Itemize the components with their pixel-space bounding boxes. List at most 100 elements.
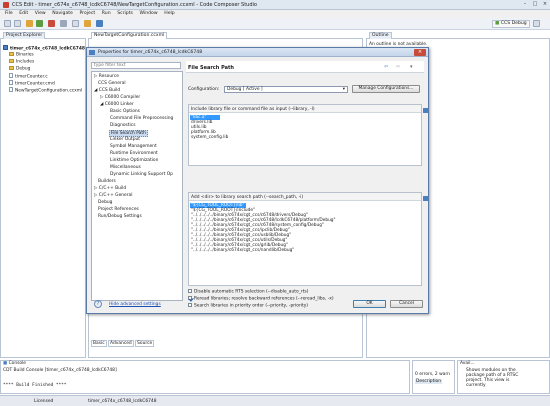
- save-icon[interactable]: [14, 20, 21, 27]
- page-content: Configuration: Debug [ Active ] ▾ Manage…: [186, 74, 428, 309]
- nav-ccs-general[interactable]: CCS General: [98, 81, 126, 86]
- tab-console[interactable]: ■ Console: [3, 361, 26, 366]
- collapse-arrow-icon[interactable]: ◢: [94, 88, 97, 93]
- dialog-titlebar: Properties for timer_c674x_c6748_lcdkC67…: [87, 48, 428, 57]
- collapse-arrow-icon[interactable]: ◢: [100, 102, 103, 107]
- nav-diagnostics[interactable]: Diagnostics: [110, 123, 135, 128]
- dialog-close-button[interactable]: ×: [414, 49, 426, 56]
- tab-source[interactable]: Source: [135, 340, 155, 347]
- project-explorer-panel: Project Explorer timer_c674x_c6748_lcdkC…: [0, 32, 86, 358]
- nav-resource[interactable]: ▷ Resource: [94, 74, 119, 79]
- nav-command-file-preprocessing[interactable]: Command File Preprocessing: [110, 116, 173, 121]
- tree-item-includes[interactable]: Includes: [9, 59, 34, 65]
- nav-basic-options[interactable]: Basic Options: [110, 109, 140, 114]
- expand-arrow-icon[interactable]: ▷: [94, 74, 97, 79]
- menu-view[interactable]: View: [35, 11, 46, 16]
- nav-cpp-general[interactable]: ▷ C/C++ General: [94, 193, 132, 198]
- nav-c6000-compiler[interactable]: ▷ C6000 Compiler: [100, 95, 140, 100]
- menu-bar: File Edit View Navigate Project Run Scri…: [0, 10, 550, 18]
- nav-run-debug-settings[interactable]: Run/Debug Settings: [98, 214, 142, 219]
- minimize-button[interactable]: –: [520, 1, 530, 8]
- nav-ccs-build[interactable]: ◢ CCS Build: [94, 88, 120, 93]
- tab-basic[interactable]: Basic: [91, 340, 107, 347]
- help-icon[interactable]: ?: [94, 300, 102, 308]
- tab-label: NewTargetConfiguration.ccxml: [94, 33, 165, 38]
- tab-label: Outline: [372, 33, 389, 38]
- editor-bottom-tabs: Basic Advanced Source: [91, 340, 155, 347]
- menu-project[interactable]: Project: [79, 11, 95, 16]
- configuration-select[interactable]: Debug [ Active ] ▾: [224, 86, 348, 93]
- nav-file-search-path[interactable]: File Search Path: [109, 130, 148, 137]
- perspective-ccs-debug[interactable]: ■ CCS Debug: [492, 20, 530, 28]
- tree-item-debug[interactable]: Debug: [9, 66, 30, 72]
- tab-avail[interactable]: Avail...: [460, 361, 475, 366]
- search-path-row[interactable]: "../../../../../binary/c674x/cgt_ccs/nan…: [190, 248, 294, 253]
- nav-dynamic-linking[interactable]: Dynamic Linking Support Op: [110, 172, 173, 177]
- forward-arrow-icon[interactable]: ⇨: [396, 64, 400, 70]
- nav-builders[interactable]: Builders: [98, 179, 116, 184]
- menu-file[interactable]: File: [5, 11, 13, 16]
- status-license: Licensed: [34, 399, 54, 404]
- wrench-icon[interactable]: [84, 20, 91, 27]
- menu-run[interactable]: Run: [102, 11, 111, 16]
- tab-advanced[interactable]: Advanced: [108, 340, 134, 347]
- maximize-button[interactable]: □: [530, 1, 540, 8]
- tab-editor[interactable]: NewTargetConfiguration.ccxml: [91, 32, 168, 39]
- cancel-button[interactable]: Cancel: [390, 300, 423, 308]
- nav-label: CCS Build: [98, 88, 121, 93]
- tree-item-timercounter-c[interactable]: timerCounter.c: [9, 73, 48, 80]
- menu-help[interactable]: Help: [164, 11, 174, 16]
- library-row[interactable]: system_config.lib: [190, 135, 228, 140]
- problems-summary: 0 errors, 2 warn: [415, 372, 450, 377]
- expand-arrow-icon[interactable]: ▷: [94, 186, 97, 191]
- problems-column-description[interactable]: Description: [415, 379, 443, 384]
- filter-input[interactable]: type filter text: [91, 62, 181, 69]
- disable-auto-rts-checkbox[interactable]: Disable automatic RTS selection (--disab…: [188, 289, 308, 295]
- nav-linker-output[interactable]: Linker Output: [110, 137, 140, 142]
- window-title: CCS Edit - timer_c674x_c6748_lcdkC6748/N…: [12, 2, 257, 8]
- tab-outline[interactable]: Outline: [369, 32, 392, 39]
- nav-project-references[interactable]: Project References: [98, 207, 139, 212]
- app-icon: [3, 2, 9, 8]
- stop-icon[interactable]: [48, 20, 55, 27]
- build-icon[interactable]: [26, 20, 33, 27]
- console-header: CDT Build Console [timer_c674x_c6748_lcd…: [3, 368, 117, 373]
- nav-debug[interactable]: Debug: [98, 200, 112, 205]
- new-icon[interactable]: [4, 20, 11, 27]
- properties-nav-tree: ▷ Resource CCS General ◢ CCS Build ▷ C60…: [91, 71, 183, 301]
- nav-symbol-management[interactable]: Symbol Management: [110, 144, 157, 149]
- forward-icon[interactable]: [96, 20, 103, 27]
- nav-linktime-optimization[interactable]: Linktime Optimization: [110, 158, 158, 163]
- close-button[interactable]: ×: [540, 1, 550, 8]
- checkbox-label: Reread libraries; resolve backward refer…: [194, 296, 334, 302]
- expand-arrow-icon[interactable]: ▷: [94, 193, 97, 198]
- back-arrow-icon[interactable]: ⇦: [384, 64, 388, 70]
- nav-c6000-linker[interactable]: ◢ C6000 Linker: [100, 102, 134, 107]
- nav-label: C6000 Compiler: [104, 95, 141, 100]
- tree-item-project[interactable]: timer_c674x_c6748_lcdkC6748: [3, 45, 85, 52]
- tree-item-target-config[interactable]: NewTargetConfiguration.ccxml: [9, 87, 82, 94]
- menu-window[interactable]: Window: [140, 11, 158, 16]
- move-down-icon[interactable]: [423, 195, 428, 201]
- tab-project-explorer[interactable]: Project Explorer: [3, 32, 46, 39]
- expand-arrow-icon[interactable]: ▷: [100, 95, 103, 100]
- view-menu-icon[interactable]: ▾: [410, 64, 413, 70]
- move-down-icon[interactable]: [423, 107, 428, 113]
- open-perspective-icon[interactable]: [533, 20, 540, 27]
- nav-runtime-environment[interactable]: Runtime Environment: [110, 151, 158, 156]
- priority-checkbox[interactable]: Search libraries in priority order (--pr…: [188, 303, 308, 309]
- menu-navigate[interactable]: Navigate: [52, 11, 73, 16]
- back-icon[interactable]: [72, 20, 79, 27]
- debug-icon[interactable]: [36, 20, 43, 27]
- nav-miscellaneous[interactable]: Miscellaneous: [110, 165, 141, 170]
- hide-advanced-settings-link[interactable]: Hide advanced settings: [109, 302, 161, 307]
- manage-configurations-button[interactable]: Manage Configurations...: [352, 85, 420, 93]
- ok-button[interactable]: OK: [353, 300, 386, 308]
- nav-cpp-build[interactable]: ▷ C/C++ Build: [94, 186, 126, 191]
- menu-scripts[interactable]: Scripts: [117, 11, 133, 16]
- search-icon[interactable]: [60, 20, 67, 27]
- tree-item-timercounter-cmd[interactable]: timerCounter.cmd: [9, 80, 55, 87]
- menu-edit[interactable]: Edit: [19, 11, 28, 16]
- tree-item-binaries[interactable]: Binaries: [9, 52, 34, 58]
- reread-libs-checkbox[interactable]: Reread libraries; resolve backward refer…: [188, 296, 334, 302]
